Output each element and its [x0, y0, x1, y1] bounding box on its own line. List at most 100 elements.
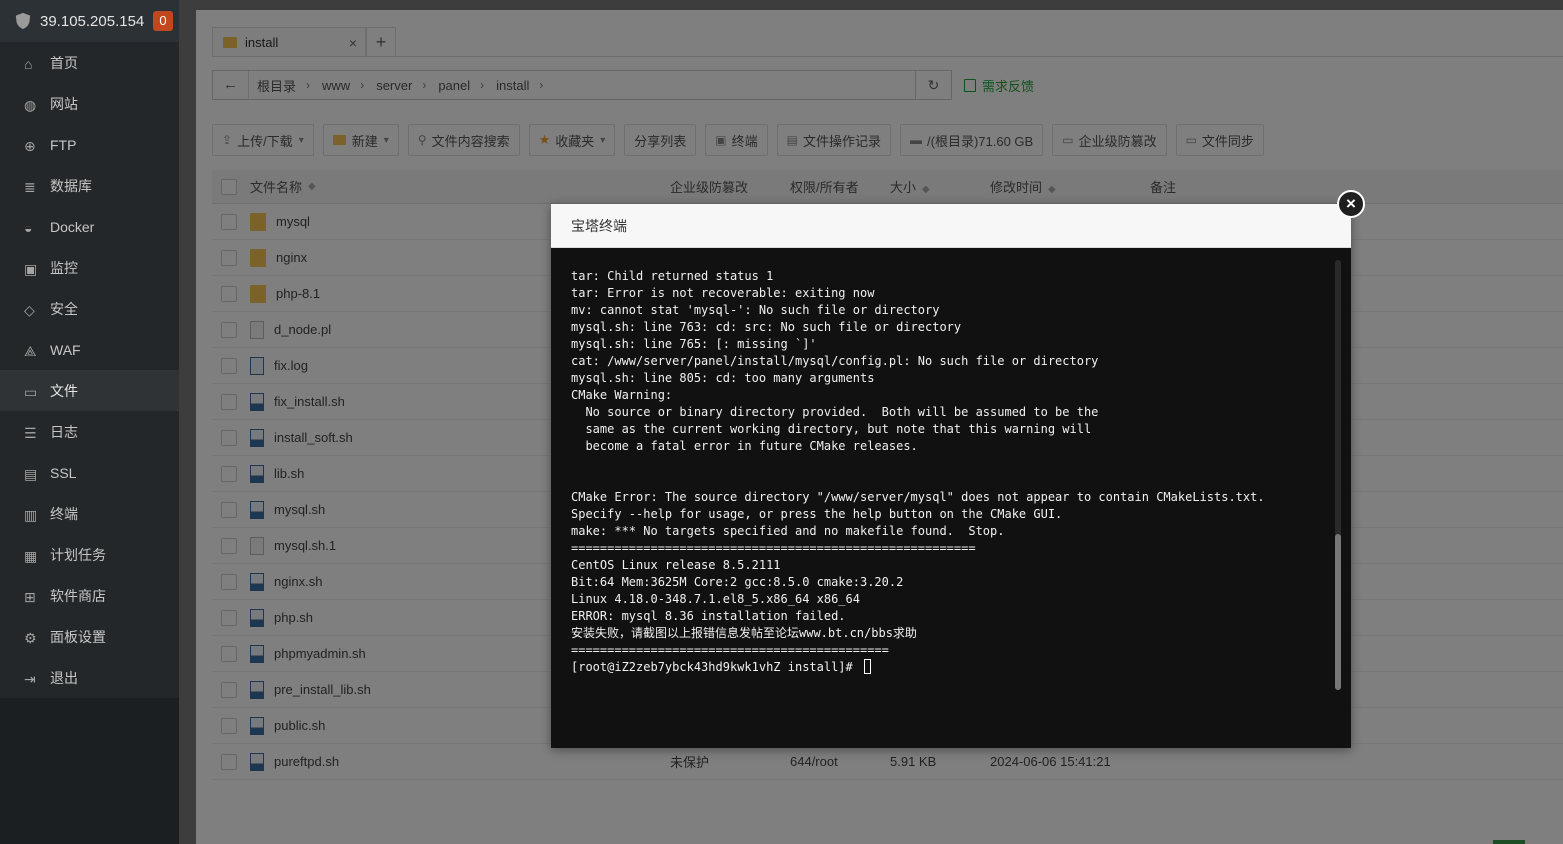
terminal-line: mysql.sh: line 763: cd: src: No such fil… [571, 319, 1321, 336]
terminal-cursor [863, 659, 871, 674]
terminal-line-text: ========================================… [571, 643, 889, 657]
terminal-line-text: mv: cannot stat 'mysql-': No such file o… [571, 303, 940, 317]
sidebar-item-logs[interactable]: ☰ 日志 [0, 411, 179, 452]
sidebar-item-files[interactable]: ▭ 文件 [0, 370, 179, 411]
ssl-icon: ▤ [24, 465, 38, 482]
alert-badge[interactable]: 0 [153, 11, 173, 31]
sidebar-item-logout[interactable]: ⇥ 退出 [0, 657, 179, 698]
sidebar-item-label: WAF [50, 341, 81, 358]
terminal-line: CMake Warning: [571, 387, 1321, 404]
server-shield-icon [15, 12, 31, 30]
shield-icon: ◇ [24, 301, 35, 318]
docker-icon: ◒ [24, 219, 33, 236]
terminal-modal: 宝塔终端 tar: Child returned status 1 tar: Er… [551, 204, 1351, 748]
store-icon: ⊞ [24, 588, 36, 605]
terminal-line: cat: /www/server/panel/install/mysql/con… [571, 353, 1321, 370]
sidebar-item-label: 首页 [50, 54, 78, 71]
sidebar-item-label: Docker [50, 218, 95, 235]
sidebar-item-home[interactable]: ⌂ 首页 [0, 42, 179, 83]
terminal-line: mv: cannot stat 'mysql-': No such file o… [571, 302, 1321, 319]
terminal-line-text: same as the current working directory, b… [571, 422, 1092, 436]
terminal-line: make: *** No targets specified and no ma… [571, 523, 1321, 540]
ftp-icon: ⊕ [24, 137, 36, 154]
modal-title: 宝塔终端 [551, 204, 1351, 248]
globe-icon: ◍ [24, 96, 37, 113]
sidebar-item-label: 面板设置 [50, 628, 106, 645]
schedule-icon: ▦ [24, 547, 38, 564]
terminal-line-text: 安装失败，请截图以上报错信息发帖至论坛www.bt.cn/bbs求助 [571, 626, 917, 640]
terminal-line-text: CMake Error: The source directory "/www/… [571, 490, 1265, 504]
terminal-line-text: [root@iZ2zeb7ybck43hd9kwk1vhZ install]# [571, 660, 860, 674]
sidebar-item-label: 软件商店 [50, 587, 106, 604]
terminal-icon: ▥ [24, 506, 38, 523]
terminal-line-text: become a fatal error in future CMake rel… [571, 439, 918, 453]
sidebar-menu: ⌂ 首页 ◍ 网站 ⊕ FTP ≣ 数据库 ◒ Docker ▣ 监控 ◇ 安全 ⟁ WAF ▭… [0, 42, 179, 698]
terminal-line: ERROR: mysql 8.36 installation failed. [571, 608, 1321, 625]
terminal-line-text: CentOS Linux release 8.5.2111 [571, 558, 781, 572]
terminal-line-text: ========================================… [571, 541, 976, 555]
gear-icon: ⚙ [24, 629, 37, 646]
home-icon: ⌂ [24, 55, 33, 72]
sidebar-item-ssl[interactable]: ▤ SSL [0, 452, 179, 493]
sidebar-item-monitor[interactable]: ▣ 监控 [0, 247, 179, 288]
sidebar-item-cron[interactable]: ▦ 计划任务 [0, 534, 179, 575]
terminal-line: CentOS Linux release 8.5.2111 [571, 557, 1321, 574]
terminal-line: tar: Error is not recoverable: exiting n… [571, 285, 1321, 302]
terminal-line-text: No source or binary directory provided. … [571, 405, 1099, 419]
terminal-scrollbar[interactable] [1335, 260, 1341, 690]
sidebar-item-label: 数据库 [50, 177, 92, 194]
terminal-line: same as the current working directory, b… [571, 421, 1321, 438]
sidebar-item-label: 退出 [50, 669, 78, 686]
sidebar-item-label: 监控 [50, 259, 78, 276]
terminal-line: Bit:64 Mem:3625M Core:2 gcc:8.5.0 cmake:… [571, 574, 1321, 591]
scrollbar-thumb[interactable] [1335, 534, 1341, 690]
terminal-line: become a fatal error in future CMake rel… [571, 438, 1321, 455]
terminal-line: tar: Child returned status 1 [571, 268, 1321, 285]
sidebar-item-ftp[interactable]: ⊕ FTP [0, 124, 179, 165]
terminal-line-text: cat: /www/server/panel/install/mysql/con… [571, 354, 1099, 368]
terminal-line: ========================================… [571, 540, 1321, 557]
sidebar-item-label: SSL [50, 464, 77, 481]
terminal-line-text: mysql.sh: line 765: [: missing `]' [571, 337, 817, 351]
terminal-line-text: tar: Error is not recoverable: exiting n… [571, 286, 875, 300]
database-icon: ≣ [24, 178, 36, 195]
sidebar-item-settings[interactable]: ⚙ 面板设置 [0, 616, 179, 657]
modal-close-button[interactable]: × [1337, 190, 1365, 218]
log-icon: ☰ [24, 424, 37, 441]
sidebar-item-label: 安全 [50, 300, 78, 317]
terminal-line-text: CMake Warning: [571, 388, 673, 402]
terminal-line-text: tar: Child returned status 1 [571, 269, 774, 283]
terminal-line: Linux 4.18.0-348.7.1.el8_5.x86_64 x86_64 [571, 591, 1321, 608]
sidebar-item-label: 文件 [50, 382, 78, 399]
sidebar-item-label: 计划任务 [50, 546, 106, 563]
sidebar-item-database[interactable]: ≣ 数据库 [0, 165, 179, 206]
sidebar-item-terminal[interactable]: ▥ 终端 [0, 493, 179, 534]
sidebar-item-store[interactable]: ⊞ 软件商店 [0, 575, 179, 616]
terminal-line: No source or binary directory provided. … [571, 404, 1321, 421]
sidebar-item-docker[interactable]: ◒ Docker [0, 206, 179, 247]
sidebar-item-security[interactable]: ◇ 安全 [0, 288, 179, 329]
terminal-line: CMake Error: The source directory "/www/… [571, 489, 1321, 506]
waf-icon: ⟁ [24, 342, 37, 359]
terminal-line-text: mysql.sh: line 763: cd: src: No such fil… [571, 320, 962, 334]
terminal-line: mysql.sh: line 805: cd: too many argumen… [571, 370, 1321, 387]
server-ip: 39.105.205.154 [40, 12, 145, 30]
terminal-line-text: ERROR: mysql 8.36 installation failed. [571, 609, 846, 623]
logout-icon: ⇥ [24, 670, 36, 687]
sidebar-item-label: 网站 [50, 95, 78, 112]
terminal-line: ========================================… [571, 642, 1321, 659]
terminal-line-text: Specify --help for usage, or press the h… [571, 507, 1063, 521]
sidebar-item-label: 终端 [50, 505, 78, 522]
server-header: 39.105.205.154 0 [0, 0, 179, 42]
monitor-icon: ▣ [24, 260, 38, 277]
folder-icon: ▭ [24, 383, 38, 400]
terminal-line-text: Linux 4.18.0-348.7.1.el8_5.x86_64 x86_64 [571, 592, 860, 606]
terminal-output[interactable]: tar: Child returned status 1 tar: Error i… [571, 268, 1321, 738]
sidebar-item-website[interactable]: ◍ 网站 [0, 83, 179, 124]
sidebar-item-waf[interactable]: ⟁ WAF [0, 329, 179, 370]
terminal-line: [root@iZ2zeb7ybck43hd9kwk1vhZ install]# [571, 659, 1321, 676]
terminal-line: mysql.sh: line 765: [: missing `]' [571, 336, 1321, 353]
sidebar-item-label: FTP [50, 136, 77, 153]
